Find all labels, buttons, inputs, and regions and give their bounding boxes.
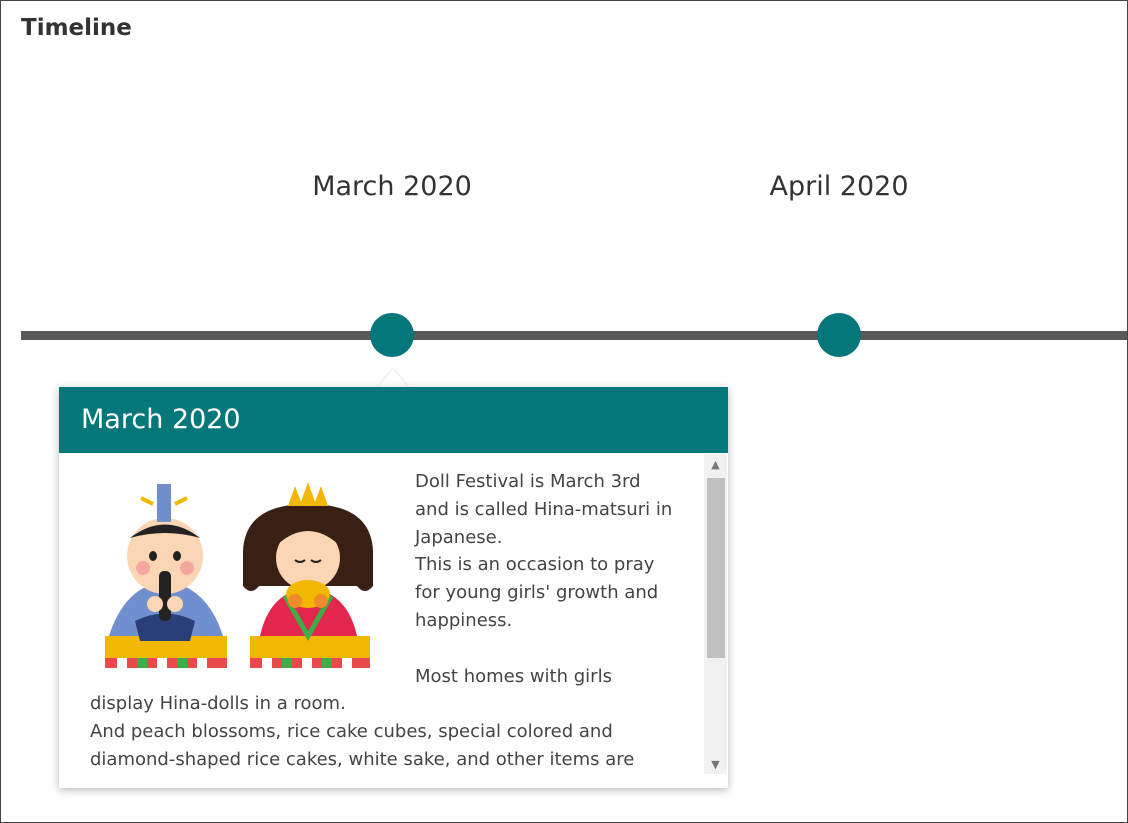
page-title: Timeline (21, 15, 132, 41)
marker-label-march: March 2020 (312, 171, 472, 202)
popup-scrollbar[interactable]: ▲ ▼ (704, 454, 727, 774)
hina-dolls-illustration-icon (95, 476, 385, 673)
popup-title: March 2020 (59, 387, 728, 453)
scrollbar-thumb[interactable] (707, 478, 725, 658)
timeline-axis (21, 331, 1127, 340)
popup-pointer (378, 369, 408, 387)
timeline-marker-april[interactable] (817, 313, 861, 357)
event-popup: March 2020 Doll Festival is March 3rd an… (59, 387, 728, 788)
scroll-up-icon[interactable]: ▲ (704, 454, 727, 474)
timeline-marker-march[interactable] (370, 313, 414, 357)
popup-paragraph: And peach blossoms, rice cake cubes, spe… (90, 721, 635, 770)
scroll-down-icon[interactable]: ▼ (704, 754, 727, 774)
timeline-frame: Timeline March 2020 April 2020 March 202… (0, 0, 1128, 823)
marker-label-april: April 2020 (769, 171, 909, 202)
popup-content[interactable]: Doll Festival is March 3rd and is called… (59, 454, 704, 774)
